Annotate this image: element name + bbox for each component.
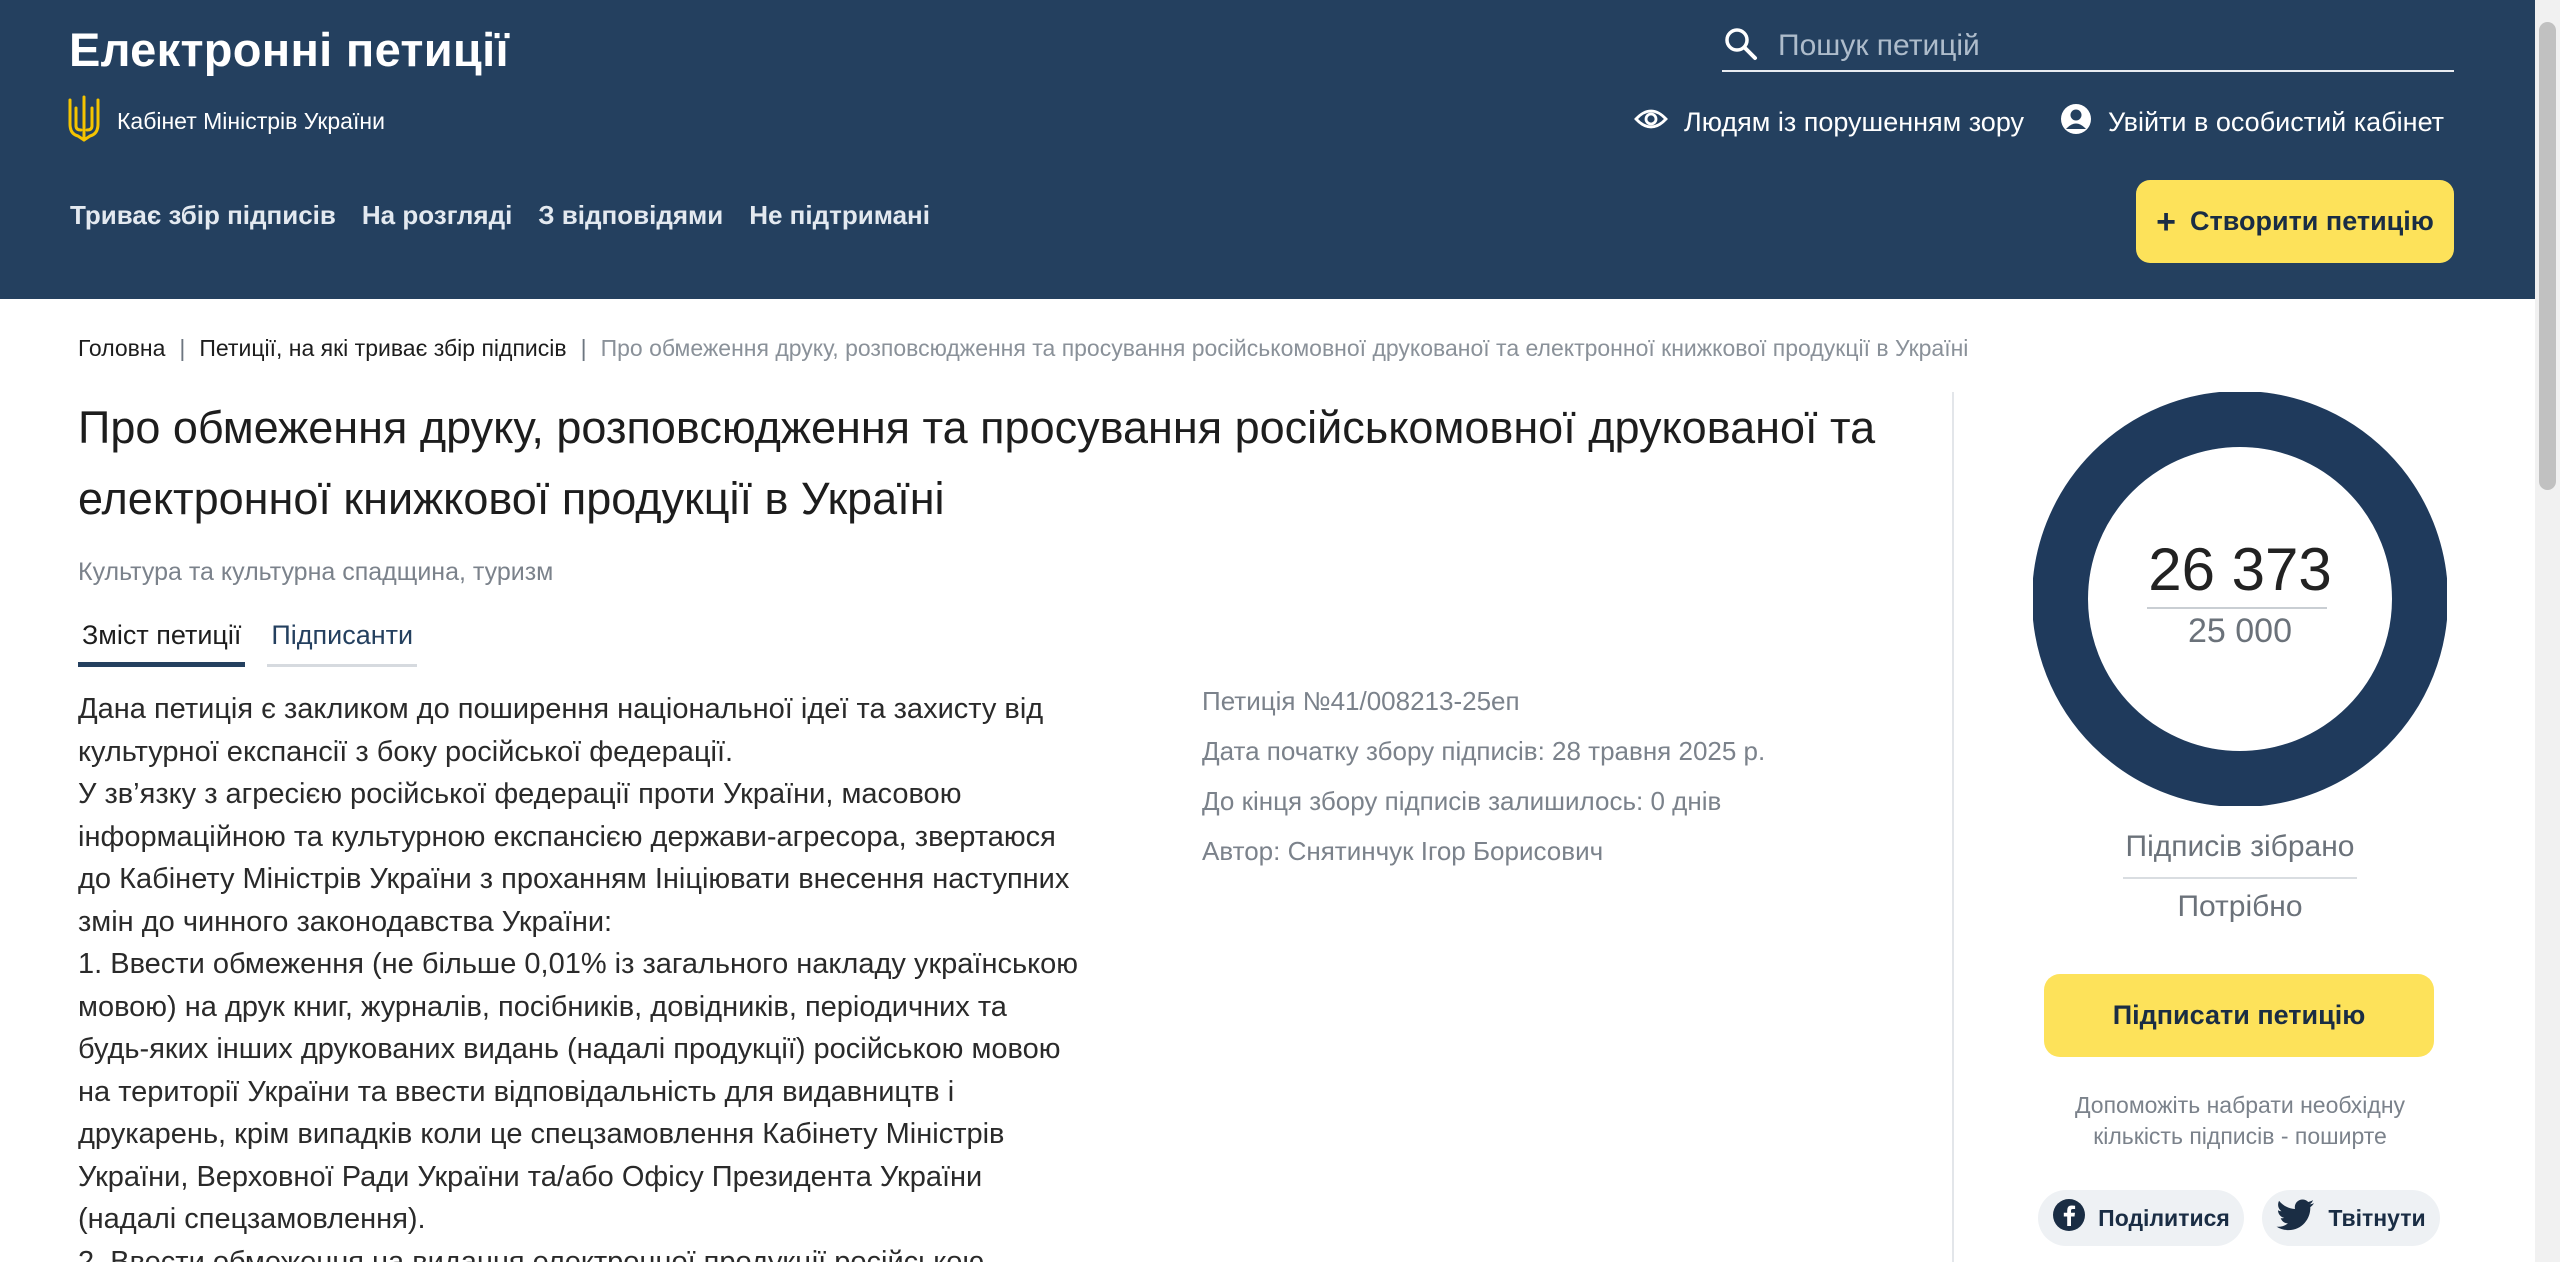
count-divider <box>2147 607 2327 609</box>
plus-icon: + <box>2156 202 2177 241</box>
login-link[interactable]: Увійти в особистий кабінет <box>2060 102 2444 142</box>
site-title[interactable]: Електронні петиції <box>69 22 509 77</box>
petition-number: Петиція №41/008213-25еп <box>1202 686 1520 716</box>
body-line: 1. Ввести обмеження (не більше 0,01% із … <box>78 948 1078 980</box>
facebook-icon <box>2052 1198 2086 1238</box>
twitter-icon <box>2276 1199 2316 1237</box>
breadcrumb-home[interactable]: Головна <box>78 335 165 362</box>
petition-start-date: Дата початку збору підписів: 28 травня 2… <box>1202 736 1766 766</box>
body-line: культурної експансії з боку російської ф… <box>78 735 734 768</box>
body-line: У зв’язку з агресією російської федераці… <box>78 778 962 810</box>
body-line: на території України та ввести відповіда… <box>78 1075 955 1108</box>
body-line: будь-яких інших друкованих видань (надал… <box>78 1033 1061 1065</box>
body-line: до Кабінету Міністрів України з прохання… <box>78 863 1070 895</box>
trident-icon <box>67 94 101 149</box>
nav-item-not-supported[interactable]: Не підтримані <box>749 200 930 231</box>
cabinet-logo[interactable]: Кабінет Міністрів України <box>67 94 385 149</box>
needed-label: Потрібно <box>2177 890 2303 923</box>
tab-content[interactable]: Зміст петиції <box>78 620 246 667</box>
petition-meta: Петиція №41/008213-25еп Дата початку збо… <box>1202 683 1765 883</box>
share-help-text: Допоможіть набрати необхідну кількість п… <box>2033 1090 2447 1152</box>
accessibility-label: Людям із порушенням зору <box>1684 106 2025 137</box>
breadcrumb-separator: | <box>179 335 186 361</box>
nav-item-answered[interactable]: З відповідями <box>538 200 723 231</box>
petition-body: Дана петиція є закликом до поширення нац… <box>78 688 1138 1262</box>
site-header: Електронні петиції Кабінет Міністрів Укр… <box>0 0 2535 299</box>
cabinet-label: Кабінет Міністрів України <box>117 107 385 134</box>
search-bar <box>1722 22 2454 72</box>
signatures-needed-count: 25 000 <box>2188 612 2292 650</box>
breadcrumb-current: Про обмеження друку, розповсюдження та п… <box>600 335 1969 361</box>
sign-petition-button[interactable]: Підписати петицію <box>2044 974 2434 1057</box>
login-label: Увійти в особистий кабінет <box>2108 106 2445 137</box>
tab-signatories[interactable]: Підписанти <box>267 620 418 667</box>
body-line: України, Верховної Ради України та/або О… <box>78 1160 983 1193</box>
body-line: змін до чинного законодавства України: <box>78 905 613 938</box>
share-twitter-label: Твітнути <box>2328 1204 2426 1231</box>
body-line: 2. Ввести обмеження на видання електронн… <box>78 1245 985 1262</box>
help-text-line: Допоможіть набрати необхідну <box>2074 1092 2406 1118</box>
petition-remaining-days: До кінця збору підписів залишилось: 0 дн… <box>1202 786 1722 816</box>
body-line: інформаційною та культурною експансією д… <box>78 820 1056 853</box>
body-line: Дана петиція є закликом до поширення нац… <box>78 693 1044 725</box>
content-divider <box>1952 392 1954 1262</box>
sidebar-divider <box>2123 877 2357 879</box>
user-circle-icon <box>2060 103 2092 142</box>
nav-item-under-review[interactable]: На розгляді <box>362 200 512 231</box>
body-line: друкарень, крім випадків коли це спецзам… <box>78 1118 1005 1150</box>
eye-icon <box>1634 107 1668 138</box>
petition-category: Культура та культурна спадщина, туризм <box>78 558 554 586</box>
body-line: мовою) на друк книг, журналів, посібникі… <box>78 990 1007 1023</box>
main-nav: Триває збір підписів На розгляді З відпо… <box>70 200 930 231</box>
body-line: (надалі спецзамовлення). <box>78 1203 426 1235</box>
collected-label: Підписів зібрано <box>2125 830 2355 863</box>
create-petition-label: Створити петицію <box>2190 206 2434 236</box>
create-petition-button[interactable]: + Створити петицію <box>2136 180 2454 263</box>
signatures-collected-count: 26 373 <box>2148 536 2332 603</box>
page-scrollbar-thumb[interactable] <box>2539 22 2556 490</box>
search-input[interactable] <box>1778 29 2418 63</box>
breadcrumb-section[interactable]: Петиції, на які триває збір підписів <box>199 335 566 362</box>
nav-item-collecting[interactable]: Триває збір підписів <box>70 200 336 231</box>
share-facebook-label: Поділитися <box>2098 1204 2230 1231</box>
petition-author: Автор: Снятинчук Ігор Борисович <box>1202 836 1604 866</box>
petition-title: Про обмеження друку, розповсюдження та п… <box>78 402 1876 524</box>
share-facebook-button[interactable]: Поділитися <box>2038 1190 2244 1246</box>
breadcrumb: Головна | Петиції, на які триває збір пі… <box>78 335 1968 362</box>
help-text-line: кількість підписів - поширте <box>2093 1123 2387 1149</box>
share-twitter-button[interactable]: Твітнути <box>2262 1190 2440 1246</box>
petition-tabs: Зміст петиції Підписанти <box>78 620 439 667</box>
breadcrumb-separator: | <box>580 335 587 361</box>
search-icon[interactable] <box>1722 25 1760 68</box>
accessibility-link[interactable]: Людям із порушенням зору <box>1634 102 2024 142</box>
